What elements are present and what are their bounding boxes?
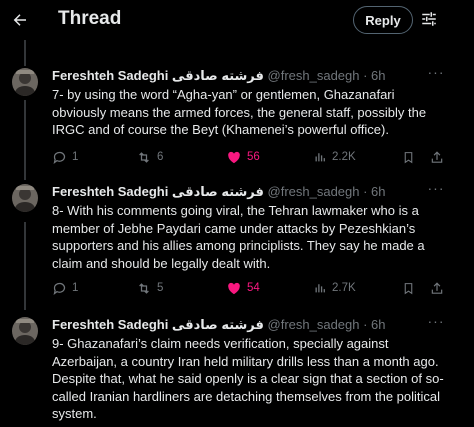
author-handle[interactable]: @fresh_sadegh · 6h [268,317,386,332]
tweet-header: Fereshteh Sadeghi فرشته صادقی @fresh_sad… [52,317,452,335]
arrow-left-icon [13,14,26,26]
bookmark-icon [404,151,413,163]
back-button[interactable] [6,6,34,34]
author-handle[interactable]: @fresh_sadegh · 6h [268,68,386,83]
reply-action[interactable]: 1 [52,279,78,297]
reply-button[interactable]: Reply [353,6,413,34]
reply-count: 1 [72,282,79,294]
tweet-actions: 1 6 56 2.2K [52,148,443,166]
like-action[interactable]: 56 [226,148,260,166]
tweet-header: Fereshteh Sadeghi فرشته صادقی @fresh_sad… [52,184,452,202]
retweet-icon [139,282,149,294]
share-icon [431,281,443,294]
view-count: 2.7K [332,282,356,294]
settings-button[interactable] [418,8,440,30]
tweet[interactable]: Fereshteh Sadeghi فرشته صادقی @fresh_sad… [0,65,474,178]
avatar[interactable] [12,68,38,96]
views-action[interactable]: 2.2K [314,148,356,166]
avatar[interactable] [12,317,38,345]
more-options-button[interactable]: ··· [426,181,446,198]
author-handle[interactable]: @fresh_sadegh · 6h [268,184,386,199]
thread-line [24,36,26,66]
avatar-image [12,68,38,96]
like-count: 56 [247,151,260,163]
header: Thread Reply [0,0,474,40]
bar-chart-icon [315,153,325,162]
comment-icon [53,151,66,164]
retweet-action[interactable]: 6 [136,148,163,166]
like-action[interactable]: 54 [226,279,260,297]
tweet-text: 7- by using the word “Agha-yan” or gentl… [52,87,427,138]
reply-action[interactable]: 1 [52,148,78,166]
share-action[interactable] [430,148,444,166]
retweet-icon [139,151,149,163]
page-title: Thread [58,8,122,29]
tweet[interactable]: Fereshteh Sadeghi فرشته صادقی @fresh_sad… [0,181,474,297]
tweet[interactable]: Fereshteh Sadeghi فرشته صادقی @fresh_sad… [0,314,474,427]
retweet-count: 5 [157,282,164,294]
share-action[interactable] [430,279,444,297]
sliders-icon [422,12,436,26]
tweet-header: Fereshteh Sadeghi فرشته صادقی @fresh_sad… [52,68,452,86]
more-options-button[interactable]: ··· [426,65,446,82]
heart-icon [228,151,240,163]
tweet-text: 8- With his comments going viral, the Te… [52,203,425,271]
view-count: 2.2K [332,151,356,163]
author-name[interactable]: Fereshteh Sadeghi فرشته صادقی [52,317,264,332]
views-action[interactable]: 2.7K [314,279,356,297]
bookmark-action[interactable] [402,279,415,297]
retweet-action[interactable]: 5 [136,279,163,297]
avatar-image [12,184,38,212]
tweet-actions: 1 5 54 2.7K [52,279,443,297]
like-count: 54 [247,282,260,294]
more-options-button[interactable]: ··· [426,314,446,331]
bookmark-icon [404,282,413,294]
tweet-text: 9- Ghazanafari’s claim needs verificatio… [52,336,444,422]
share-icon [431,150,443,163]
author-name[interactable]: Fereshteh Sadeghi فرشته صادقی [52,184,264,199]
reply-count: 1 [72,151,79,163]
retweet-count: 6 [157,151,164,163]
avatar-image [12,317,38,345]
avatar[interactable] [12,184,38,212]
comment-icon [53,282,66,295]
heart-icon [228,282,240,294]
bar-chart-icon [315,284,325,293]
author-name[interactable]: Fereshteh Sadeghi فرشته صادقی [52,68,264,83]
bookmark-action[interactable] [402,148,415,166]
